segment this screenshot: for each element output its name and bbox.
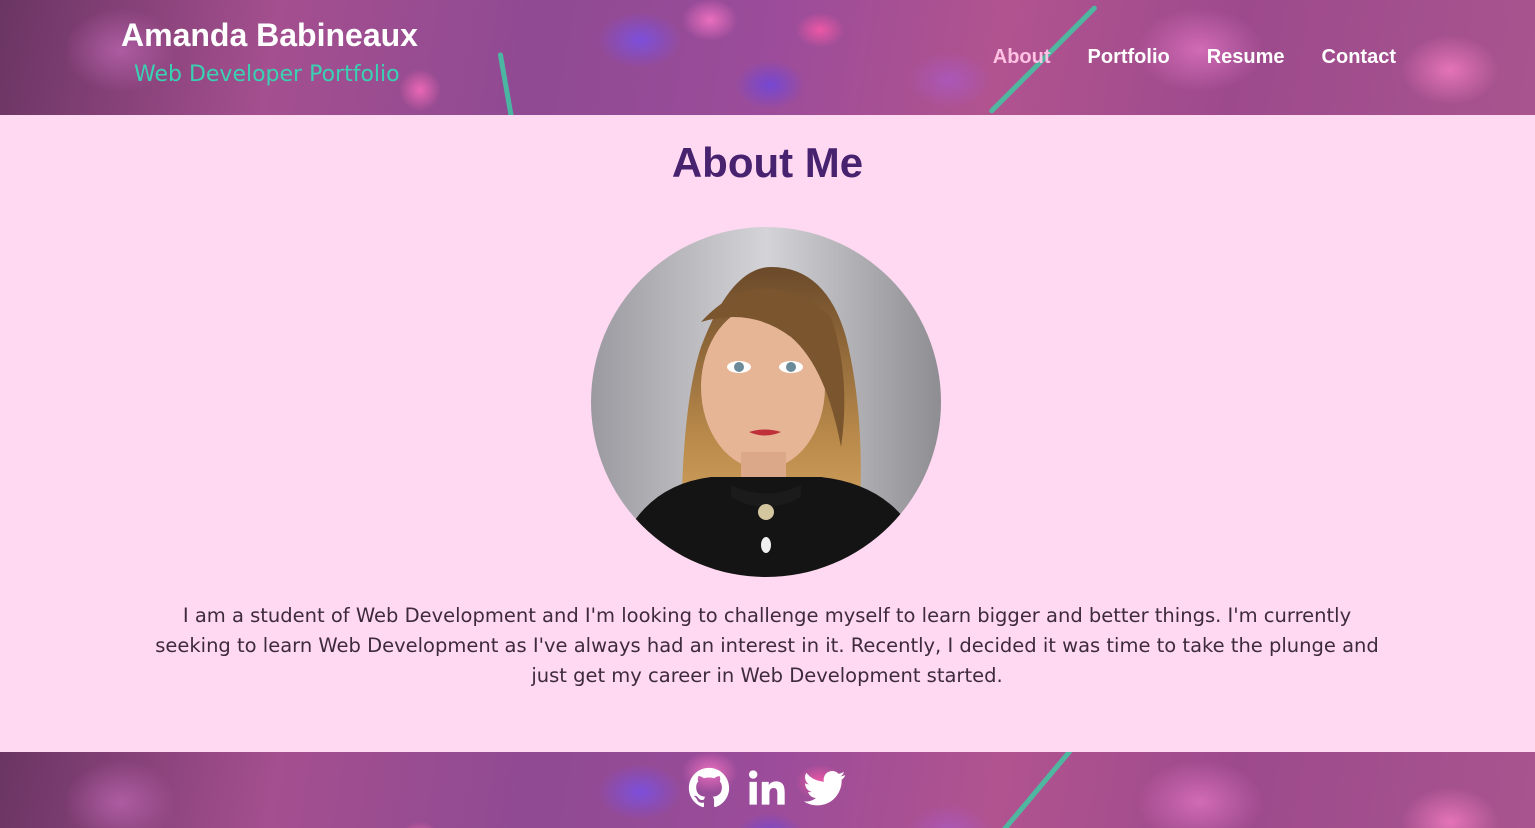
decorative-stem bbox=[497, 52, 515, 115]
github-icon bbox=[688, 767, 730, 808]
linkedin-link[interactable] bbox=[746, 767, 788, 809]
site-header: Amanda Babineaux Web Developer Portfolio… bbox=[0, 0, 1535, 115]
profile-photo bbox=[591, 227, 941, 577]
site-footer bbox=[0, 752, 1535, 828]
github-link[interactable] bbox=[688, 767, 730, 809]
brand-subtitle: Web Developer Portfolio bbox=[134, 62, 400, 87]
decorative-stem bbox=[998, 752, 1080, 828]
twitter-icon bbox=[804, 770, 846, 806]
bio-text: I am a student of Web Development and I'… bbox=[155, 604, 1379, 687]
page-title: About Me bbox=[671, 139, 864, 186]
brand-name: Amanda Babineaux bbox=[121, 17, 418, 53]
about-section: About Me I am a student of Web Developme… bbox=[0, 115, 1535, 752]
twitter-link[interactable] bbox=[804, 767, 846, 809]
nav-link-about[interactable]: About bbox=[993, 46, 1051, 69]
nav-link-resume[interactable]: Resume bbox=[1207, 46, 1285, 69]
social-links bbox=[688, 767, 846, 809]
nav-link-portfolio[interactable]: Portfolio bbox=[1088, 46, 1170, 69]
linkedin-icon bbox=[748, 770, 785, 805]
main-nav: About Portfolio Resume Contact bbox=[993, 46, 1396, 69]
profile-photo-illustration bbox=[591, 227, 941, 577]
nav-link-contact[interactable]: Contact bbox=[1322, 46, 1396, 69]
